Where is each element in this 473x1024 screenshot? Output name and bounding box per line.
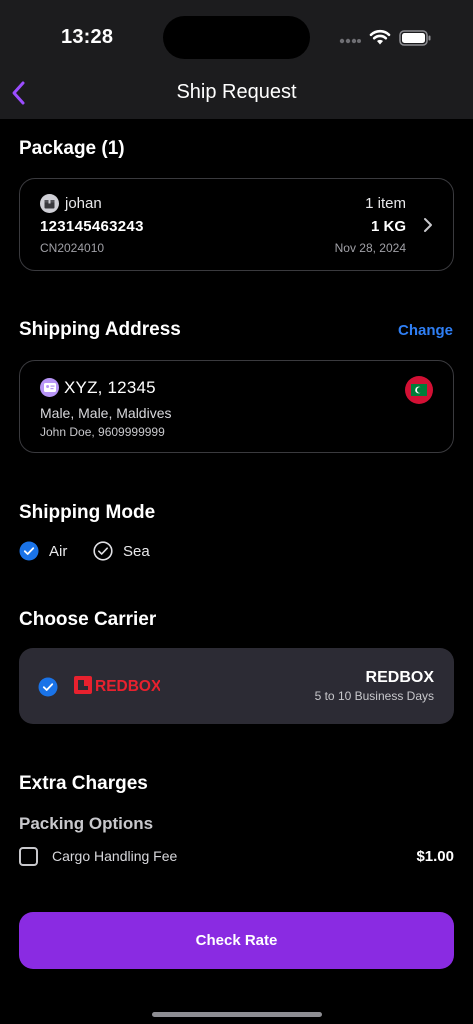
address-card[interactable]: XYZ, 12345 Male, Male, Maldives John Doe… [19, 360, 454, 453]
status-bar: 13:28 [0, 0, 473, 68]
page-title: Ship Request [176, 81, 297, 103]
maldives-flag-icon [405, 376, 433, 404]
carrier-delivery-days: 5 to 10 Business Days [314, 689, 434, 703]
check-rate-button[interactable]: Check Rate [19, 912, 454, 969]
cargo-handling-fee-label: Cargo Handling Fee [52, 848, 178, 864]
shipping-mode-air-label: Air [49, 542, 68, 560]
home-indicator [152, 1012, 322, 1017]
address-line: Male, Male, Maldives [40, 405, 172, 421]
svg-text:REDBOX: REDBOX [95, 678, 160, 695]
wifi-icon [369, 29, 391, 45]
contact-card-icon [40, 378, 59, 397]
package-section-title: Package (1) [19, 138, 125, 159]
cargo-handling-fee-checkbox[interactable] [19, 847, 38, 866]
packing-options-title: Packing Options [19, 814, 154, 833]
package-weight: 1 KG [370, 218, 406, 235]
dynamic-island [163, 16, 310, 59]
carrier-selected-check-icon [38, 677, 58, 697]
shipping-mode-air[interactable]: Air [19, 540, 67, 562]
package-item-count: 1 item [365, 195, 406, 212]
carrier-card-redbox[interactable]: REDBOX REDBOX 5 to 10 Business Days [19, 648, 454, 724]
unchecked-radio-icon [93, 541, 113, 561]
package-card[interactable]: johan 1 item 123145463243 1 KG CN2024010… [19, 178, 454, 271]
package-date: Nov 28, 2024 [334, 241, 406, 255]
cargo-handling-fee-row: Cargo Handling Fee $1.00 [19, 846, 454, 868]
shipping-mode-sea[interactable]: Sea [93, 540, 150, 562]
checked-radio-icon [19, 541, 39, 561]
nav-bar: Ship Request [0, 68, 473, 119]
cellular-signal-icon [339, 38, 361, 44]
mode-section-title: Shipping Mode [19, 502, 156, 523]
address-section-title: Shipping Address [19, 319, 181, 340]
carrier-name: REDBOX [365, 669, 434, 686]
carrier-section-title: Choose Carrier [19, 609, 157, 630]
status-time: 13:28 [61, 26, 114, 48]
chevron-right-icon [424, 218, 432, 232]
cargo-handling-fee-amount: $1.00 [416, 848, 454, 865]
address-title: XYZ, 12345 [64, 378, 156, 397]
extra-charges-title: Extra Charges [19, 773, 148, 794]
change-address-link[interactable]: Change [398, 322, 453, 339]
redbox-logo: REDBOX [74, 676, 160, 695]
shipping-mode-sea-label: Sea [123, 542, 150, 560]
battery-icon [399, 30, 431, 46]
package-box-icon [40, 194, 59, 213]
address-contact: John Doe, 9609999999 [40, 425, 165, 439]
package-code: CN2024010 [40, 241, 105, 255]
package-tracking-number: 123145463243 [40, 218, 144, 235]
package-owner-name: johan [65, 195, 102, 212]
